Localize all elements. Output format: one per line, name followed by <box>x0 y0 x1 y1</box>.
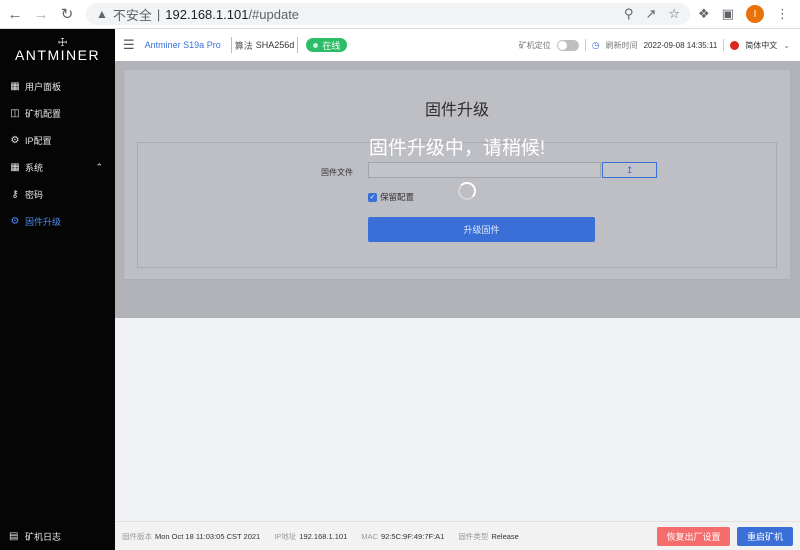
mac-value: 92:5C:9F:49:7F:A1 <box>380 531 445 541</box>
browser-toolbar: ← → ↻ ▲ 不安全 | 192.168.1.101/#update ⚲ ↗ … <box>0 0 800 29</box>
ip-config-icon: ⚙ <box>10 135 20 146</box>
page-title: 固件升级 <box>424 102 489 119</box>
logo-mark-icon: ☩ <box>57 37 68 49</box>
locate-toggle[interactable] <box>556 39 579 51</box>
firmware-type-value: Release <box>491 531 519 541</box>
warning-icon: ▲ <box>96 7 108 21</box>
upgrade-wait-message: 固件升级中，请稍候! <box>368 138 546 159</box>
menu-kebab-icon[interactable]: ⋮ <box>776 6 789 22</box>
forward-arrow-icon[interactable]: → <box>30 3 52 25</box>
divider <box>584 39 586 51</box>
chevron-down-icon[interactable]: ⌄ <box>783 41 790 50</box>
firmware-version-label: 固件版本 <box>122 531 152 541</box>
bookmark-star-icon[interactable]: ☆ <box>668 6 680 22</box>
status-text: 在线 <box>322 40 341 51</box>
loading-spinner-icon <box>458 182 476 200</box>
key-icon: ⚷ <box>11 189 19 200</box>
status-footer: 固件版本 Mon Oct 18 11:03:05 CST 2021 IP地址 1… <box>115 521 800 550</box>
checkbox-checked-icon[interactable]: ✓ <box>368 192 377 202</box>
sidebar-item-label: 用户面板 <box>25 82 62 92</box>
zoom-icon[interactable]: ⚲ <box>624 6 634 22</box>
sidebar-item-ip-config[interactable]: ⚙ IP配置 <box>0 127 115 154</box>
url-host: 192.168.1.101 <box>165 6 249 22</box>
extensions-puzzle-icon[interactable]: ❖ <box>698 6 710 22</box>
upload-button[interactable]: ↥ <box>602 162 657 178</box>
keep-config-checkbox[interactable]: ✓ 保留配置 <box>368 191 414 203</box>
antminer-logo: ☩ ANTMINER <box>0 29 115 73</box>
sidebar-item-dashboard[interactable]: ▦ 用户面板 <box>0 73 115 100</box>
algorithm-label: 算法 <box>234 40 253 51</box>
mac-label: MAC <box>361 531 378 541</box>
chevron-up-icon: ⌃ <box>95 162 103 172</box>
url-path: /#update <box>248 6 300 22</box>
sidebar-item-password[interactable]: ⚷ 密码 <box>0 181 115 208</box>
sidebar: ☩ ANTMINER ▦ 用户面板 ◫ 矿机配置 ⚙ IP配置 ▦ 系统 ⌃ ⚷… <box>0 29 115 550</box>
firmware-file-label: 固件文件 <box>321 168 353 177</box>
language-flag-icon <box>730 40 740 50</box>
status-badge: 在线 <box>306 38 348 52</box>
sidebar-item-label: IP配置 <box>25 136 52 146</box>
firmware-file-input[interactable] <box>368 162 601 178</box>
keep-config-label: 保留配置 <box>380 192 415 202</box>
factory-reset-button[interactable]: 恢复出厂设置 <box>657 527 730 546</box>
sidebar-item-label: 固件升级 <box>25 217 62 227</box>
firmware-icon: ⚙ <box>10 216 20 227</box>
sidebar-item-system[interactable]: ▦ 系统 ⌃ <box>0 154 115 181</box>
firmware-panel: 固件升级 固件文件 ↥ ✓ 保留配置 升级固件 固件升级中，请稍候! <box>123 69 791 280</box>
locate-label: 矿机定位 <box>518 40 551 50</box>
log-icon: ▤ <box>9 530 19 542</box>
sidebar-item-label: 矿机配置 <box>25 109 62 119</box>
logo-text: ANTMINER <box>14 47 101 63</box>
ip-address-label: IP地址 <box>274 531 297 541</box>
refresh-label: 刷新时间 <box>605 40 638 50</box>
miner-model: Antminer S19a Pro <box>144 40 221 50</box>
refresh-clock-icon[interactable]: ◷ <box>592 40 600 51</box>
algorithm-info: 算法 SHA256d <box>230 37 299 53</box>
top-header: ☰ Antminer S19a Pro 算法 SHA256d 在线 矿机定位 ◷… <box>115 29 800 61</box>
back-arrow-icon[interactable]: ← <box>4 3 26 25</box>
sidebar-item-label: 系统 <box>25 163 44 173</box>
sidebar-item-miner-config[interactable]: ◫ 矿机配置 <box>0 100 115 127</box>
sidebar-item-label: 密码 <box>25 190 44 200</box>
ip-address-value: 192.168.1.101 <box>299 531 348 541</box>
upgrade-firmware-button[interactable]: 升级固件 <box>368 217 595 242</box>
algorithm-value: SHA256d <box>255 40 295 50</box>
refresh-time: 2022-09-08 14:35:11 <box>643 40 718 50</box>
firmware-type-label: 固件类型 <box>458 531 489 541</box>
system-icon: ▦ <box>10 162 20 173</box>
address-bar[interactable]: ▲ 不安全 | 192.168.1.101/#update ⚲ ↗ ☆ <box>86 3 690 25</box>
loading-overlay: 固件升级 固件文件 ↥ ✓ 保留配置 升级固件 固件升级中，请稍候! <box>115 61 800 318</box>
upgrade-form: 固件文件 ↥ ✓ 保留配置 升级固件 <box>137 142 777 268</box>
language-select[interactable]: 简体中文 <box>745 40 777 51</box>
main-content: 固件升级 固件文件 ↥ ✓ 保留配置 升级固件 固件升级中，请稍候! <box>115 61 800 521</box>
upload-icon: ↥ <box>625 164 634 175</box>
hamburger-menu-icon[interactable]: ☰ <box>123 37 135 53</box>
dashboard-icon: ▦ <box>10 81 20 92</box>
divider <box>723 39 725 51</box>
share-icon[interactable]: ↗ <box>645 6 656 22</box>
sidebar-item-firmware-upgrade[interactable]: ⚙ 固件升级 <box>0 208 115 235</box>
status-dot-icon <box>313 42 319 48</box>
url-separator: | <box>156 6 161 22</box>
firmware-version-value: Mon Oct 18 11:03:05 CST 2021 <box>155 531 261 541</box>
sidebar-item-miner-log[interactable]: ▤ 矿机日志 <box>0 522 115 550</box>
side-panel-icon[interactable]: ▣ <box>722 6 734 22</box>
miner-config-icon: ◫ <box>10 108 20 119</box>
reload-icon[interactable]: ↻ <box>56 3 78 25</box>
sidebar-item-label: 矿机日志 <box>25 531 62 542</box>
reboot-miner-button[interactable]: 重启矿机 <box>737 527 793 546</box>
insecure-label: 不安全 <box>112 7 152 23</box>
profile-avatar[interactable]: I <box>745 5 764 23</box>
